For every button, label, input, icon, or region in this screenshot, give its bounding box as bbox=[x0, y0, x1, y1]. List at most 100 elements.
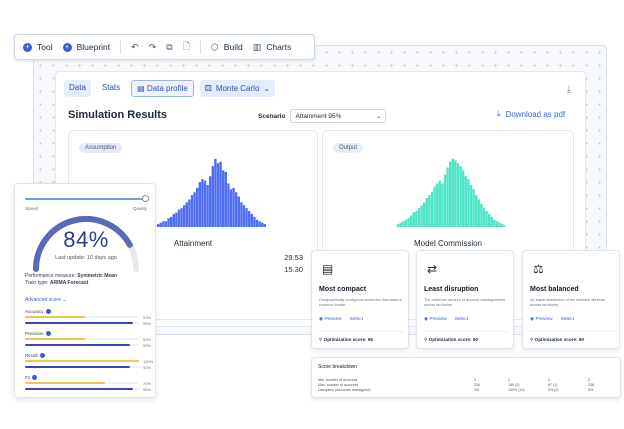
table-icon: ▤ bbox=[137, 84, 145, 93]
select-button[interactable]: Select bbox=[561, 317, 574, 322]
slider-handle[interactable] bbox=[142, 195, 149, 202]
option-title: Most compact bbox=[319, 286, 367, 293]
swap-arrows-icon: ⇄ bbox=[427, 262, 438, 276]
histogram-bar bbox=[188, 199, 191, 227]
histogram-bar bbox=[196, 187, 199, 227]
option-card-most-compact[interactable]: ▤ Most compact Geographically contiguous… bbox=[311, 250, 409, 349]
histogram-bar bbox=[164, 221, 168, 227]
toolbar-divider bbox=[199, 40, 201, 54]
histogram-bar bbox=[404, 219, 408, 227]
charts-button[interactable]: ▥ Charts bbox=[253, 42, 292, 53]
histogram-bar bbox=[490, 216, 493, 227]
histogram-bar bbox=[242, 205, 246, 227]
histogram-bar bbox=[501, 224, 504, 227]
build-button[interactable]: ⬡ Build bbox=[211, 42, 243, 53]
metric-item: F1 70% 95% bbox=[25, 375, 153, 392]
histogram-bar bbox=[229, 189, 233, 227]
copy-icon[interactable]: ⧉ bbox=[166, 42, 172, 53]
histogram-bar bbox=[227, 183, 230, 227]
bar-chart-icon: ▥ bbox=[252, 41, 262, 52]
histogram-bar bbox=[232, 187, 235, 227]
metric-item: Recall 100% 92% bbox=[25, 353, 153, 370]
select-button[interactable]: Select bbox=[350, 317, 363, 322]
score-cell: 3% bbox=[474, 388, 480, 392]
histogram-bar bbox=[467, 179, 470, 227]
metric-bar-row: 95% bbox=[25, 386, 153, 392]
metric-bar-track bbox=[25, 360, 139, 362]
histogram-bar bbox=[201, 179, 204, 227]
histogram-bar bbox=[503, 225, 506, 227]
option-description: The minimum amount of account reassignme… bbox=[424, 298, 506, 307]
metric-bar-fill bbox=[25, 366, 130, 368]
download-pdf-link[interactable]: ⤓ Download as pdf bbox=[497, 109, 565, 119]
histogram-bar bbox=[446, 167, 449, 227]
plus-circle-icon: + bbox=[62, 42, 72, 52]
metric-item: Precision 53% 92% bbox=[25, 331, 153, 348]
redo-icon[interactable]: ↷ bbox=[149, 42, 157, 53]
stat-value: 15.30 bbox=[284, 265, 303, 274]
histogram-bar bbox=[183, 205, 186, 227]
undo-icon[interactable]: ↶ bbox=[131, 42, 139, 53]
metric-bar-track bbox=[25, 316, 139, 318]
histogram-bar bbox=[399, 222, 402, 227]
histogram-bar bbox=[180, 208, 183, 227]
tool-button[interactable]: + Tool bbox=[23, 42, 53, 52]
select-button[interactable]: Select bbox=[455, 317, 468, 322]
performance-card: Speed Quality 84% Last update: 10 days a… bbox=[14, 183, 156, 398]
metric-percent: 92% bbox=[143, 342, 152, 348]
histogram-bar bbox=[172, 213, 175, 227]
slider-track bbox=[25, 198, 147, 200]
histogram-bar bbox=[407, 218, 410, 227]
score-breakdown-title: Score breakdown bbox=[318, 364, 357, 370]
option-card-most-balanced[interactable]: ⚖ Most balanced An equal distribution of… bbox=[522, 250, 620, 349]
tab-data-profile-label: Data profile bbox=[146, 84, 188, 93]
advanced-score-toggle[interactable]: Advanced score ⌄ bbox=[25, 297, 66, 303]
scenario-select[interactable]: Attainment 95% ⌄ bbox=[290, 109, 387, 123]
histogram-bar bbox=[451, 158, 454, 227]
scenario-control: Scenario Attainment 95% ⌄ bbox=[258, 109, 387, 123]
histogram-bar bbox=[456, 163, 460, 227]
histogram-bar bbox=[493, 219, 496, 227]
histogram-bar bbox=[253, 216, 256, 227]
histogram-bar bbox=[428, 195, 431, 227]
histogram-bar bbox=[190, 195, 194, 227]
tab-data[interactable]: Data bbox=[64, 80, 91, 97]
option-card-least-disruption[interactable]: ⇄ Least disruption The minimum amount of… bbox=[416, 250, 514, 349]
toolbar-divider bbox=[120, 40, 122, 54]
histogram-bar bbox=[495, 221, 499, 227]
histogram-bar bbox=[162, 221, 165, 227]
blueprint-button[interactable]: + Blueprint bbox=[62, 42, 111, 52]
metric-percent: 92% bbox=[143, 364, 152, 370]
option-title: Least disruption bbox=[424, 286, 479, 293]
optimization-score-text: Optimization score: 95 bbox=[323, 337, 373, 342]
histogram-bar bbox=[250, 213, 253, 227]
histogram-bar bbox=[482, 208, 486, 227]
histogram-bar bbox=[248, 211, 251, 227]
download-icon[interactable]: ⤓ bbox=[567, 84, 571, 95]
histogram-bar bbox=[469, 184, 473, 227]
dice-icon: ⚄ bbox=[204, 84, 212, 93]
histogram-bar bbox=[209, 176, 212, 227]
histogram-bar bbox=[498, 222, 501, 227]
score-cell: 180 (2) bbox=[508, 383, 520, 387]
histogram-bar bbox=[420, 205, 423, 227]
histogram-bar bbox=[222, 170, 225, 227]
scales-icon: ⚖ bbox=[533, 262, 544, 276]
preview-button[interactable]: ◉ Preview bbox=[424, 317, 447, 322]
document-icon[interactable]: 🗋 bbox=[183, 39, 190, 55]
score-value: 84% bbox=[63, 227, 109, 252]
blueprint-label: Blueprint bbox=[76, 42, 111, 52]
score-row-label: Disruption (accounts reassigned) bbox=[318, 388, 371, 392]
histogram-bar bbox=[449, 161, 452, 227]
divider bbox=[318, 331, 404, 332]
preview-button[interactable]: ◉ Preview bbox=[319, 317, 342, 322]
histogram-bar bbox=[170, 216, 173, 227]
tab-data-profile[interactable]: ▤ Data profile bbox=[131, 80, 194, 97]
histogram-bar bbox=[258, 221, 261, 227]
preview-button[interactable]: ◉ Preview bbox=[530, 317, 553, 322]
tab-stats[interactable]: Stats bbox=[97, 80, 125, 97]
tab-monte-carlo[interactable]: ⚄ Monte Carlo ⌄ bbox=[199, 80, 276, 97]
score-cell: 3 bbox=[474, 378, 476, 382]
histogram-bar bbox=[157, 224, 160, 227]
metric-item: Accuracy 53% 95% bbox=[25, 309, 153, 326]
